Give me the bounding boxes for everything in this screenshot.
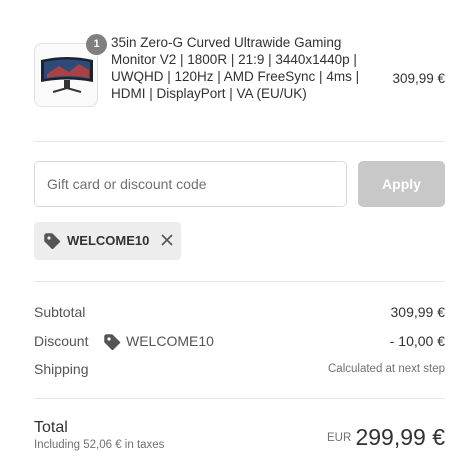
tag-icon xyxy=(44,233,61,254)
discount-code-label: WELCOME10 xyxy=(126,333,214,349)
apply-button[interactable]: Apply xyxy=(358,161,445,207)
product-thumbnail xyxy=(34,43,98,107)
shipping-value: Calculated at next step xyxy=(328,363,445,375)
subtotal-value: 309,99 € xyxy=(390,304,446,320)
quantity-badge: 1 xyxy=(86,34,107,55)
tax-note: Including 52,06 € in taxes xyxy=(34,439,165,451)
monitor-icon xyxy=(41,57,93,93)
divider xyxy=(34,281,445,282)
discount-value: - 10,00 € xyxy=(389,333,445,349)
applied-code-label: WELCOME10 xyxy=(67,233,150,248)
currency-code: EUR xyxy=(327,432,352,444)
total-label: Total xyxy=(34,419,68,436)
discount-label: Discount xyxy=(34,333,89,349)
close-icon[interactable] xyxy=(158,231,176,249)
divider xyxy=(34,141,445,142)
shipping-label: Shipping xyxy=(34,361,89,377)
discount-code-input[interactable] xyxy=(34,161,347,207)
tag-icon xyxy=(104,334,121,353)
applied-discount-chip: WELCOME10 xyxy=(34,222,181,260)
line-item: 1 35in Zero-G Curved Ultrawide Gaming Mo… xyxy=(34,34,445,122)
product-title: 35in Zero-G Curved Ultrawide Gaming Moni… xyxy=(111,35,360,101)
product-price: 309,99 € xyxy=(392,71,445,86)
subtotal-label: Subtotal xyxy=(34,304,86,320)
total-amount: 299,99 € xyxy=(355,424,445,450)
divider xyxy=(34,398,445,399)
